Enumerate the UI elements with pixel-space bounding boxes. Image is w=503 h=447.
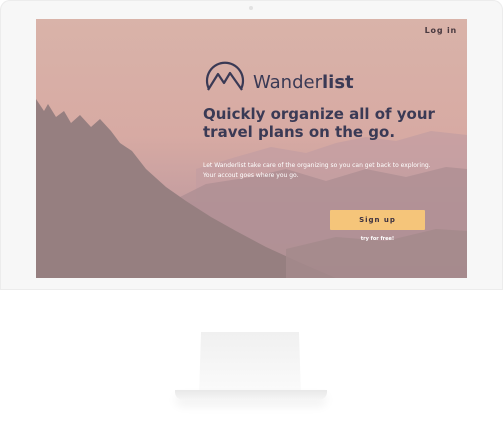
mountain-logo-icon bbox=[205, 61, 245, 91]
try-free-link[interactable]: try for free! bbox=[330, 236, 425, 242]
landing-page-screen: Log in Wanderlist Quickly organize all o… bbox=[36, 19, 467, 278]
camera-dot bbox=[249, 6, 253, 10]
monitor-stand-base bbox=[175, 390, 327, 400]
brand-name-light: Wander bbox=[253, 72, 322, 93]
hero-description: Let Wanderlist take care of the organizi… bbox=[203, 162, 431, 179]
login-link[interactable]: Log in bbox=[425, 26, 457, 35]
brand-wordmark: Wanderlist bbox=[253, 72, 354, 93]
monitor-stand-neck bbox=[199, 332, 301, 396]
hero-headline: Quickly organize all of your travel plan… bbox=[203, 105, 435, 141]
brand-name-bold: list bbox=[322, 72, 354, 93]
monitor-bezel: Log in Wanderlist Quickly organize all o… bbox=[0, 0, 503, 290]
signup-button[interactable]: Sign up bbox=[330, 210, 425, 230]
